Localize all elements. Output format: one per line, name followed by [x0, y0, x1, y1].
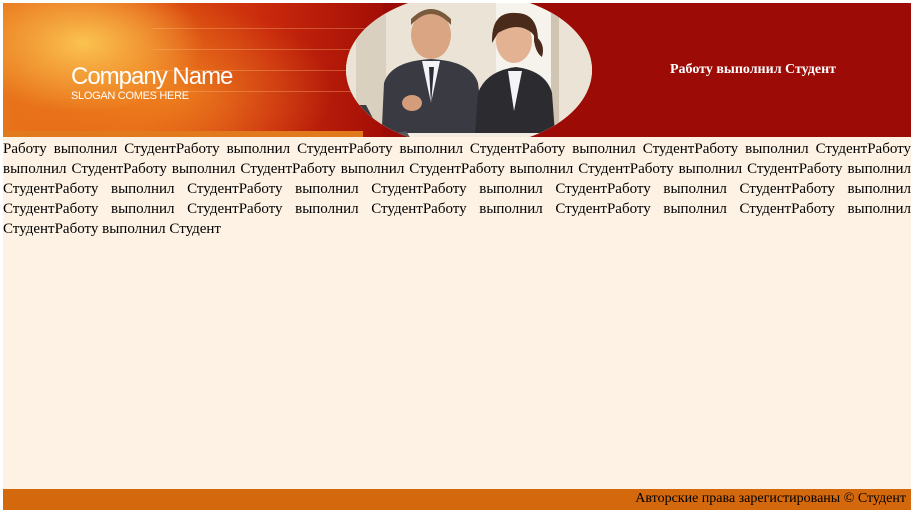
- company-logo: Company Name SLOGAN COMES HERE: [71, 63, 233, 103]
- footer-bar: Авторские права зарегистированы © Студен…: [3, 489, 911, 510]
- footer-copyright: Авторские права зарегистированы © Студен…: [635, 491, 906, 506]
- company-name: Company Name: [71, 63, 233, 90]
- header-photo-business-people: [346, 3, 592, 137]
- page: Company Name SLOGAN COMES HERE Работу вы…: [3, 3, 911, 510]
- main-content-text: Работу выполнил СтудентРаботу выполнил С…: [3, 141, 911, 237]
- banner-bottom-strip: [3, 131, 363, 137]
- header-title: Работу выполнил Студент: [669, 62, 837, 77]
- header-banner: Company Name SLOGAN COMES HERE Работу вы…: [3, 3, 911, 137]
- company-slogan: SLOGAN COMES HERE: [71, 90, 189, 102]
